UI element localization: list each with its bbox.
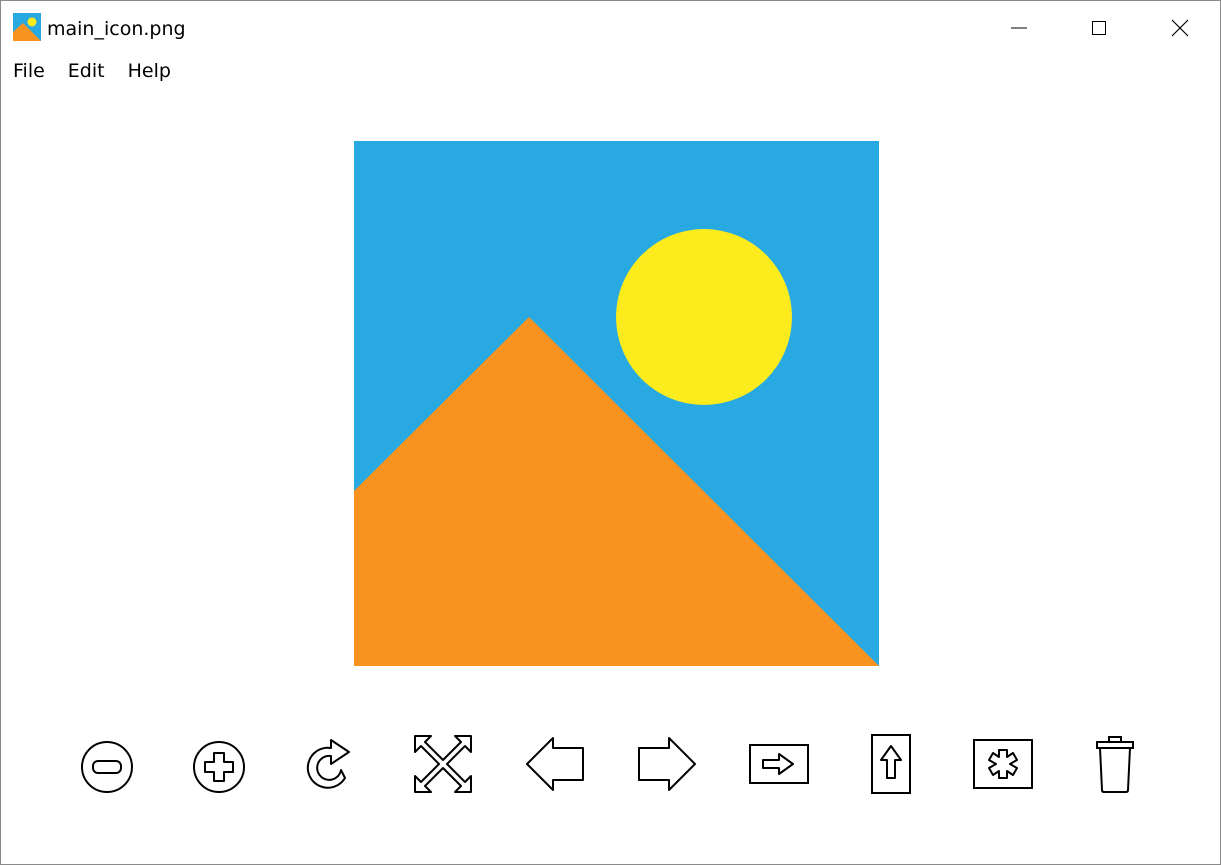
- zoom-in-icon: [193, 741, 245, 793]
- rotate-button[interactable]: [298, 731, 364, 797]
- upload-icon: [871, 734, 911, 794]
- maximize-icon: [1092, 20, 1106, 35]
- upload-button[interactable]: [858, 731, 924, 797]
- title-bar[interactable]: main_icon.png: [1, 1, 1220, 54]
- next-arrow-icon: [638, 737, 696, 791]
- zoom-in-button[interactable]: [186, 731, 252, 797]
- menu-edit[interactable]: Edit: [68, 56, 105, 86]
- next-button[interactable]: [634, 731, 700, 797]
- fit-to-window-button[interactable]: [410, 731, 476, 797]
- close-button[interactable]: [1140, 1, 1220, 54]
- previous-arrow-icon: [526, 737, 584, 791]
- sun: [616, 229, 792, 405]
- zoom-out-button[interactable]: [74, 731, 140, 797]
- effects-icon: [973, 739, 1033, 789]
- menu-bar: File Edit Help: [1, 56, 171, 86]
- image-canvas[interactable]: [354, 141, 879, 666]
- menu-file[interactable]: File: [13, 56, 45, 86]
- rotate-icon: [306, 739, 350, 789]
- export-icon: [749, 744, 809, 784]
- image-viewer-window: main_icon.png File Edit Help: [0, 0, 1221, 865]
- image-icon: [13, 13, 41, 41]
- zoom-out-icon: [81, 741, 133, 793]
- trash-icon: [1096, 736, 1134, 793]
- fit-to-window-icon: [414, 735, 472, 793]
- previous-button[interactable]: [522, 731, 588, 797]
- export-button[interactable]: [746, 731, 812, 797]
- window-title: main_icon.png: [47, 18, 186, 40]
- menu-help[interactable]: Help: [128, 56, 171, 86]
- close-icon: [1171, 19, 1189, 36]
- effects-button[interactable]: [970, 731, 1036, 797]
- minimize-icon: [1011, 27, 1027, 28]
- delete-button[interactable]: [1082, 731, 1148, 797]
- maximize-button[interactable]: [1059, 1, 1139, 54]
- minimize-button[interactable]: [979, 1, 1059, 54]
